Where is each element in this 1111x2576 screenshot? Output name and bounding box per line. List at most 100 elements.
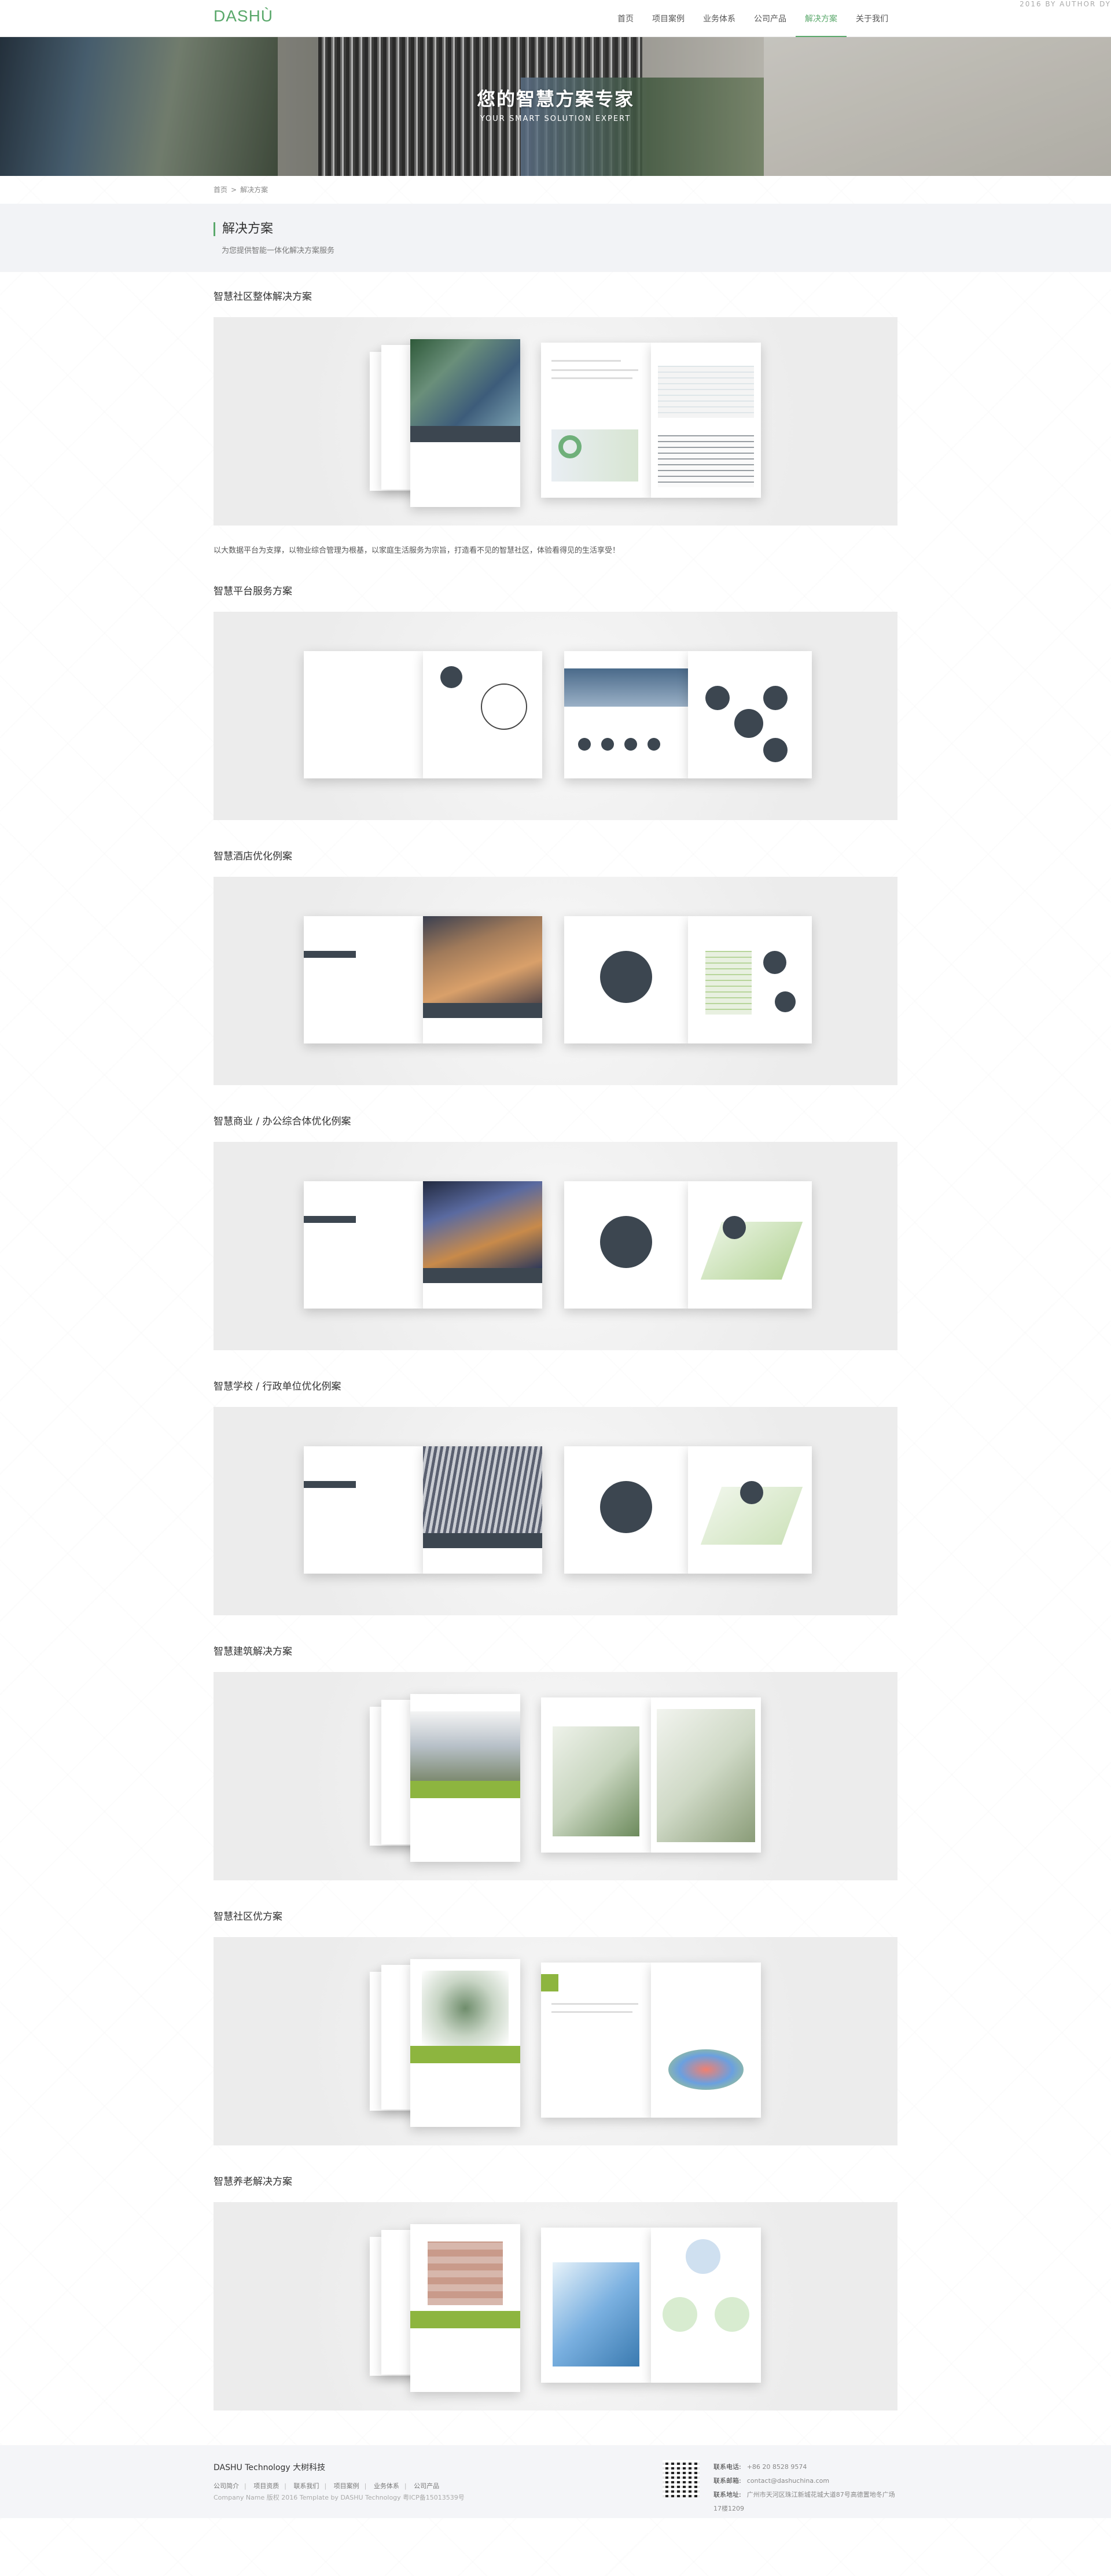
solution-item: 智慧商业 / 办公综合体优化例案 (214, 1113, 897, 1350)
diagram-circle (600, 1481, 652, 1533)
nav-about[interactable]: 关于我们 (847, 0, 897, 37)
nav-products[interactable]: 公司产品 (745, 0, 796, 37)
solution-item: 智慧酒店优化例案 (214, 848, 897, 1085)
page: DASHÙ 首页 项目案例 业务体系 公司产品 解决方案 关于我们 2016 B… (0, 0, 1111, 2518)
breadcrumb-home[interactable]: 首页 (214, 186, 227, 194)
solution-title: 智慧平台服务方案 (214, 586, 292, 597)
cover-title-band (410, 2311, 520, 2328)
brochure-mockup (214, 1142, 897, 1350)
solution-image[interactable] (214, 1142, 897, 1350)
logo[interactable]: DASHÙ (214, 7, 273, 25)
solution-title: 智慧养老解决方案 (214, 2176, 292, 2188)
feature-icon (734, 709, 763, 738)
cover-photo (410, 339, 520, 426)
brochure-spread-left (304, 651, 423, 778)
feature-icon (705, 686, 730, 710)
section-header: 解决方案 为您提供智能一体化解决方案服务 (0, 204, 1111, 272)
solution-image[interactable] (214, 317, 897, 526)
solution-image[interactable] (214, 1672, 897, 1880)
brochure-spread-right (651, 1697, 761, 1853)
nav-home[interactable]: 首页 (608, 0, 643, 37)
footer-link-contact[interactable]: 联系我们 (293, 2482, 319, 2490)
feature-icon (763, 738, 788, 762)
building-illustration (553, 1726, 639, 1836)
brochure-spread-right (423, 1446, 542, 1574)
feature-icon (715, 2297, 749, 2332)
brochure-mockup (214, 1672, 897, 1880)
brochure-spread-right (423, 651, 542, 778)
feature-icon (601, 738, 614, 751)
solution-image[interactable] (214, 1407, 897, 1615)
solution-image[interactable] (214, 2202, 897, 2410)
network-illustration (553, 2262, 639, 2366)
breadcrumb: 首页 > 解决方案 (214, 176, 897, 204)
footer-link-about[interactable]: 公司简介 (214, 2482, 239, 2490)
text-line (551, 360, 621, 362)
cover-title-band (423, 1268, 542, 1283)
city-night-photo (423, 1181, 542, 1268)
cover-title-band (423, 1533, 542, 1548)
solution-image[interactable] (214, 1937, 897, 2145)
footer-link-projects[interactable]: 项目案例 (334, 2482, 359, 2490)
breadcrumb-current: 解决方案 (240, 186, 268, 194)
solution-image[interactable] (214, 877, 897, 1085)
brochure-mockup (214, 1407, 897, 1615)
footer-contact: 联系电话: +86 20 8528 9574 联系邮箱: contact@dashu… (713, 2460, 897, 2516)
hero-banner: 您的智慧方案专家 YOUR SMART SOLUTION EXPERT (0, 37, 1111, 176)
solution-title: 智慧商业 / 办公综合体优化例案 (214, 1116, 351, 1127)
text-line (551, 2003, 638, 2005)
brochure-mockup (214, 612, 897, 820)
footer: DASHU Technology 大树科技 公司简介 | 项目资质 | 联系我们 | … (0, 2445, 1111, 2518)
solution-item: 智慧社区优方案 (214, 1908, 897, 2145)
cover-photo (422, 1971, 509, 2046)
nav-solutions[interactable]: 解决方案 (796, 0, 847, 37)
solution-item: 智慧建筑解决方案 (214, 1643, 897, 1880)
feature-icon (624, 738, 637, 751)
brochure-mockup (214, 877, 897, 1085)
footer-link-business[interactable]: 业务体系 (374, 2482, 399, 2490)
brochure-spread-right (688, 1181, 812, 1309)
qr-code (663, 2460, 700, 2497)
brochure-spread-left (564, 1446, 688, 1574)
platform-illustration (668, 2049, 744, 2090)
solution-title: 智慧学校 / 行政单位优化例案 (214, 1381, 341, 1392)
feature-icon (775, 991, 796, 1012)
donut-chart (558, 435, 582, 458)
logo-text: DASHÙ (214, 7, 274, 25)
text-line (551, 2011, 632, 2013)
brochure-mockup (214, 317, 897, 526)
solution-item: 智慧社区整体解决方案 以大数据平台为支撑，以物业综合管理为根基，以家庭生活服务为… (214, 288, 897, 555)
cover-title-band (410, 1781, 520, 1798)
solution-item: 智慧养老解决方案 (214, 2173, 897, 2410)
city-photo (564, 668, 688, 707)
solution-title: 智慧社区优方案 (214, 1911, 282, 1923)
main-nav: 首页 项目案例 业务体系 公司产品 解决方案 关于我们 (608, 0, 897, 37)
brochure-spread-left (564, 1181, 688, 1309)
feature-icon (763, 686, 788, 710)
solution-item: 智慧平台服务方案 (214, 583, 897, 820)
table-panel (658, 435, 754, 487)
solution-description: 以大数据平台为支撑，以物业综合管理为根基，以家庭生活服务为宗旨，打造看不见的智慧… (214, 546, 620, 555)
hotel-photo (423, 916, 542, 1003)
solution-image[interactable] (214, 612, 897, 820)
footer-link-products[interactable]: 公司产品 (414, 2482, 439, 2490)
building-illustration (705, 951, 752, 1015)
title-bar (304, 1481, 356, 1488)
divider: | (284, 2482, 286, 2490)
brochure-mockup (214, 1937, 897, 2145)
brochure-spread-left (541, 2228, 651, 2383)
section-subtitle: 为您提供智能一体化解决方案服务 (222, 247, 335, 255)
nav-business[interactable]: 业务体系 (694, 0, 745, 37)
footer-link-qualification[interactable]: 项目资质 (253, 2482, 279, 2490)
title-bar (304, 1216, 356, 1223)
brochure-spread-left (564, 651, 688, 778)
solution-title: 智慧建筑解决方案 (214, 1646, 292, 1658)
nav-projects[interactable]: 项目案例 (643, 0, 694, 37)
feature-icon (740, 1481, 763, 1504)
cover-title-band (410, 2046, 520, 2063)
banner-subtitle: YOUR SMART SOLUTION EXPERT (480, 115, 631, 123)
emblem-icon (440, 666, 462, 688)
divider: | (244, 2482, 247, 2490)
diagram-circle (600, 1216, 652, 1268)
brochure-spread-left (304, 1181, 423, 1309)
